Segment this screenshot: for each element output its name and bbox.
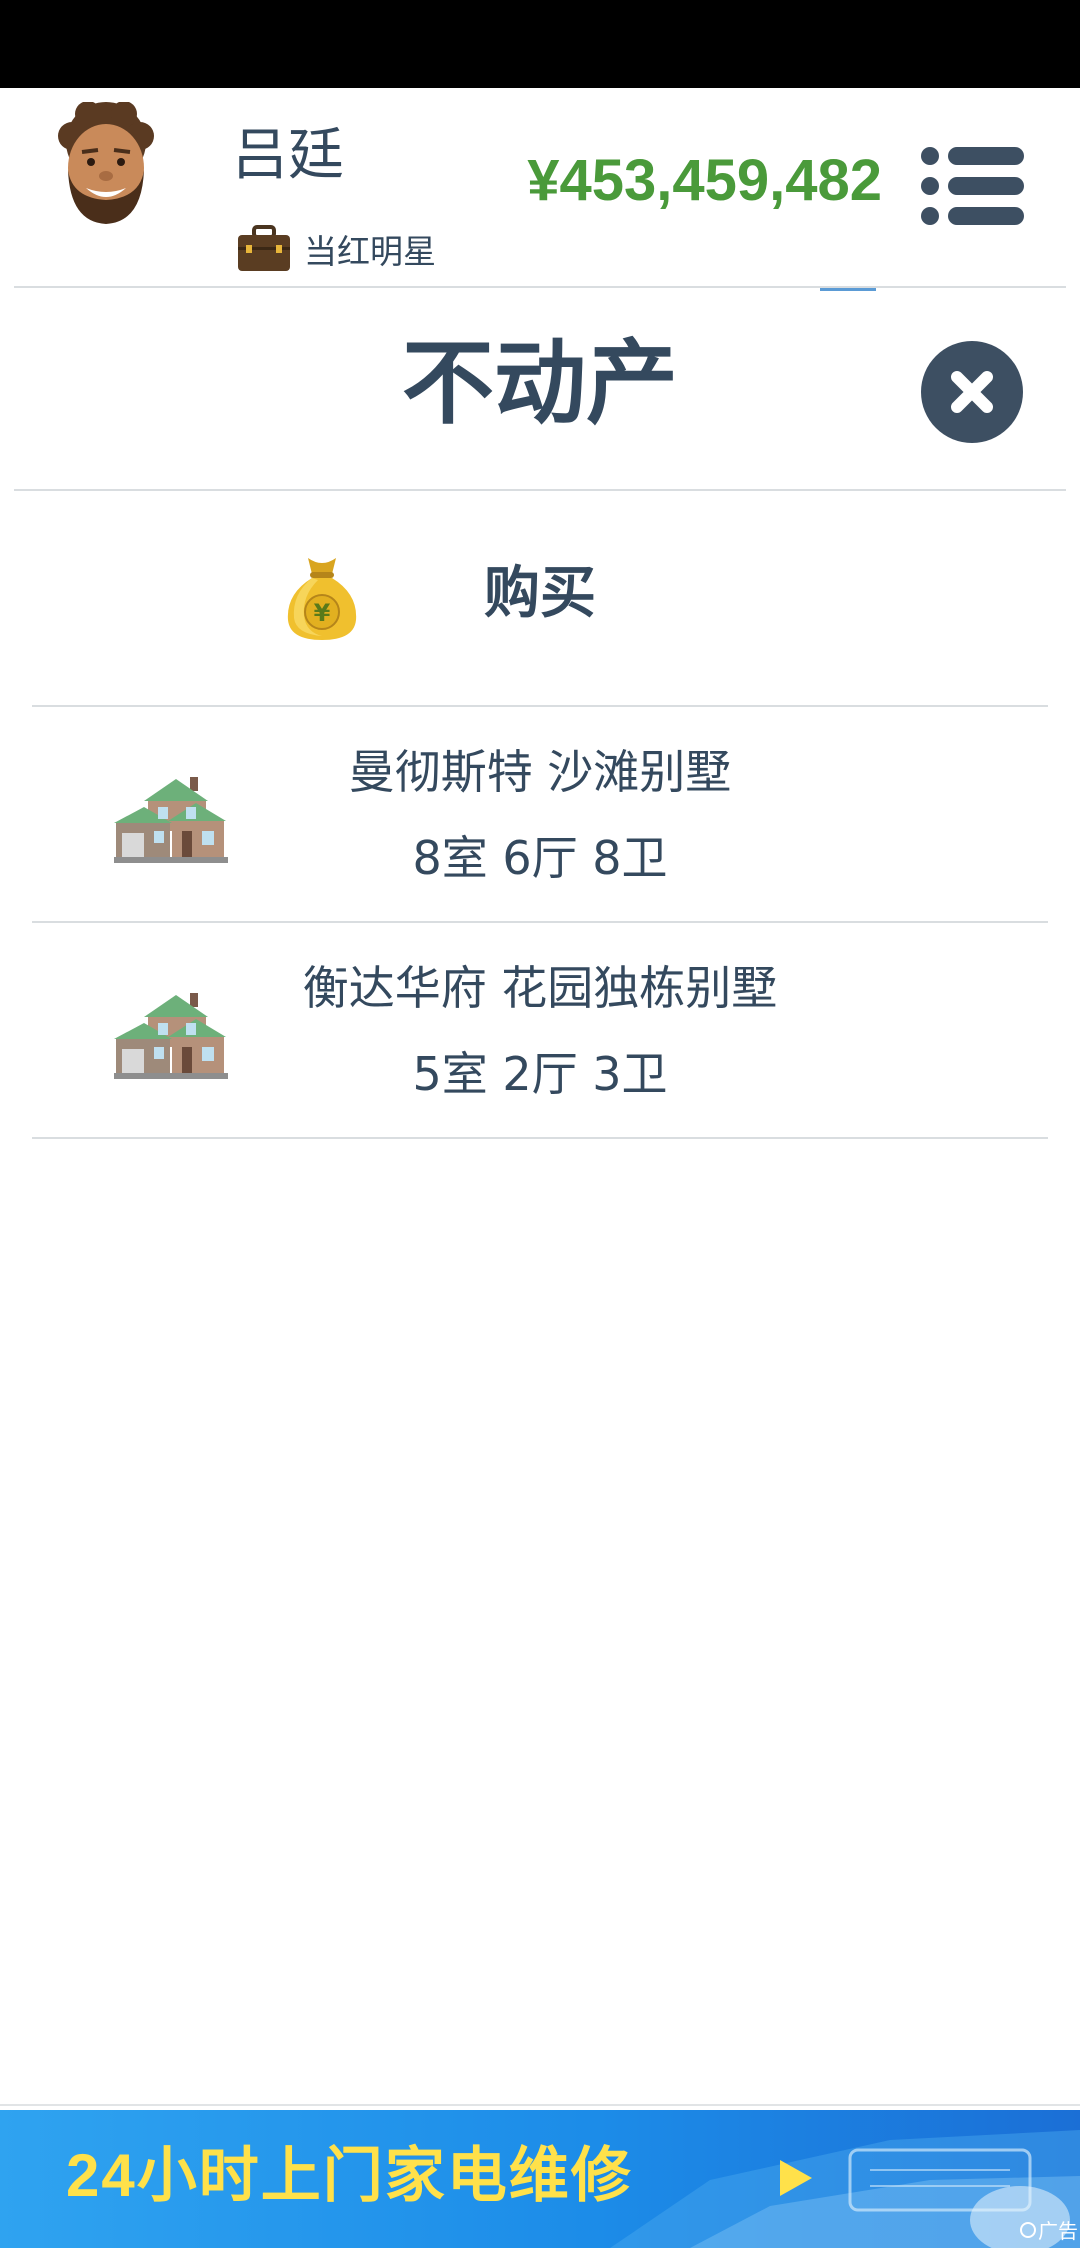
buy-label: 购买 — [484, 561, 596, 626]
ad-refresh-icon — [1020, 2221, 1036, 2238]
close-icon — [951, 371, 993, 413]
property-name: 曼彻斯特 沙滩别墅 — [348, 745, 732, 799]
property-rooms: 8室 6厅 8卫 — [412, 831, 668, 885]
property-rooms: 5室 2厅 3卫 — [412, 1047, 668, 1101]
play-icon — [780, 2160, 812, 2196]
ad-background-graphic — [610, 2130, 1080, 2248]
list-divider — [32, 1137, 1048, 1139]
property-item[interactable]: 曼彻斯特 沙滩别墅 8室 6厅 8卫 — [32, 707, 1048, 921]
job-row[interactable]: 当红明星 — [236, 224, 436, 274]
avatar[interactable] — [50, 102, 162, 226]
money-balance: ¥453,459,482 — [527, 148, 882, 213]
buy-button[interactable]: ¥ 购买 — [32, 520, 1048, 706]
close-button[interactable] — [921, 341, 1023, 443]
tab-indicator — [820, 288, 876, 291]
ad-badge: 广告 — [1018, 2215, 1078, 2244]
ad-badge-label: 广告 — [1038, 2219, 1078, 2243]
ad-divider — [0, 2104, 1080, 2106]
player-name: 吕廷 — [232, 123, 344, 188]
ad-banner[interactable]: 24小时上门家电维修 广告 — [0, 2110, 1080, 2248]
job-title: 当红明星 — [304, 232, 436, 271]
header-divider — [14, 286, 1066, 288]
property-item[interactable]: 衡达华府 花园独栋别墅 5室 2厅 3卫 — [32, 923, 1048, 1137]
status-bar — [0, 0, 1080, 88]
player-header: 吕廷 当红明星 ¥453,459,482 — [0, 88, 1080, 288]
menu-icon[interactable] — [918, 144, 1026, 228]
ad-text: 24小时上门家电维修 — [66, 2142, 633, 2209]
property-name: 衡达华府 花园独栋别墅 — [302, 961, 778, 1015]
briefcase-icon — [238, 225, 290, 271]
title-divider — [14, 489, 1066, 491]
panel-title: 不动产 — [401, 330, 678, 437]
